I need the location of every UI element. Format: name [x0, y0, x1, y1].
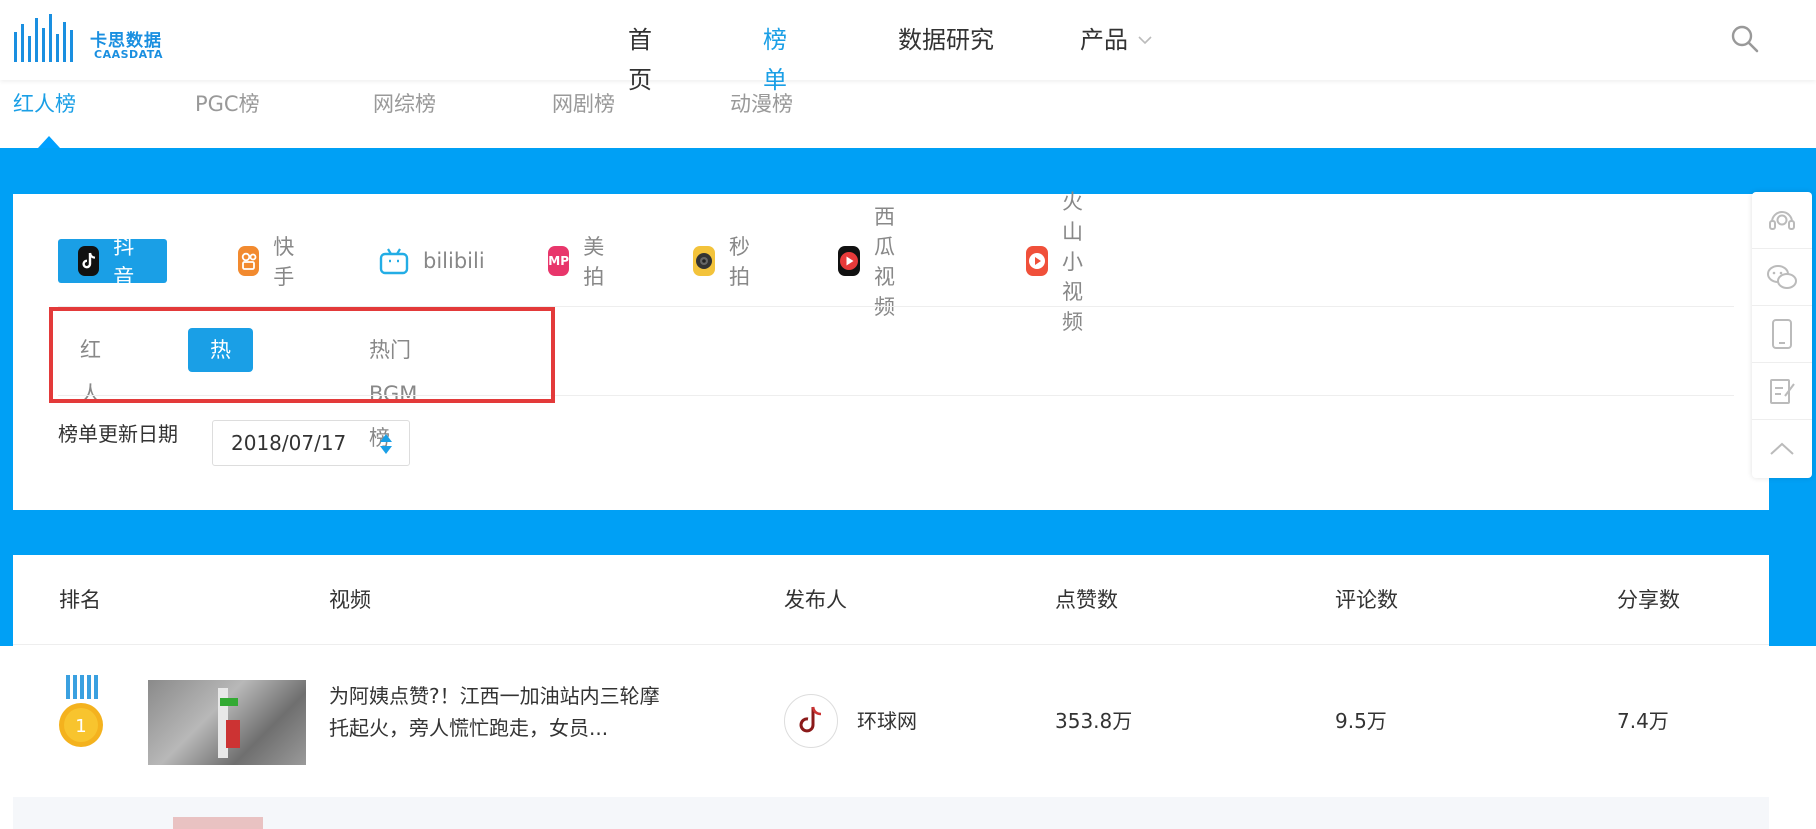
caasdata-logo[interactable]: 卡思数据 CAASDATA — [12, 10, 172, 66]
logo-en-text: CAASDATA — [94, 48, 163, 61]
header-rank: 排名 — [59, 588, 101, 612]
tab-drama[interactable]: 网剧榜 — [552, 80, 615, 148]
header-publisher: 发布人 — [784, 588, 847, 612]
header-video: 视频 — [329, 588, 371, 612]
logo-bars-icon — [14, 14, 73, 62]
video-thumbnail[interactable] — [148, 680, 306, 765]
active-tab-caret — [38, 136, 60, 148]
highlight-box — [49, 307, 555, 403]
video-title[interactable]: 为阿姨点赞?！江西一加油站内三轮摩托起火，旁人慌忙跑走，女员... — [329, 680, 669, 744]
huanqiu-logo-icon — [793, 703, 829, 739]
kuaishou-icon — [238, 246, 260, 276]
nav-home[interactable]: 首页 — [628, 20, 652, 100]
chevron-down-icon — [1138, 36, 1152, 45]
likes-count: 353.8万 — [1055, 709, 1133, 733]
update-date-select[interactable]: 2018/07/17 — [212, 420, 410, 466]
chevron-up-icon — [1770, 442, 1794, 455]
top-header: 卡思数据 CAASDATA 首页 榜单 数据研究 产品 — [0, 0, 1816, 94]
headset-icon — [1769, 211, 1795, 230]
xigua-icon — [838, 246, 860, 276]
feedback-button[interactable] — [1752, 363, 1812, 420]
tab-pgc[interactable]: PGC榜 — [195, 80, 260, 148]
side-toolbar — [1752, 192, 1812, 478]
table-row[interactable]: 1 为阿姨点赞?！江西一加油站内三轮摩托起火，旁人慌忙跑走，女员... 环球网 … — [13, 645, 1769, 797]
customer-service-button[interactable] — [1752, 192, 1812, 249]
header-shares[interactable]: 分享数 — [1617, 555, 1680, 645]
platform-miaopai[interactable]: 秒拍 — [693, 235, 758, 289]
phone-icon — [1772, 319, 1792, 349]
ranking-table: 排名 视频 发布人 点赞数 评论数 分享数 1 为阿姨点赞?！江西一加油站内三轮… — [13, 555, 1769, 829]
bilibili-icon — [379, 246, 409, 276]
table-header: 排名 视频 发布人 点赞数 评论数 分享数 — [13, 555, 1769, 645]
edit-icon — [1770, 379, 1795, 404]
douyin-icon — [78, 246, 100, 276]
mobile-button[interactable] — [1752, 306, 1812, 363]
gold-medal-icon: 1 — [59, 675, 103, 747]
back-to-top-button[interactable] — [1752, 420, 1812, 477]
ranking-subtabs: 红人榜 PGC榜 网综榜 网剧榜 动漫榜 — [0, 80, 1816, 148]
comments-count: 9.5万 — [1335, 709, 1387, 733]
platform-xigua[interactable]: 西瓜视频 — [838, 205, 903, 319]
platform-huoshan[interactable]: 火山小视频 — [1026, 190, 1091, 334]
platform-douyin[interactable]: 抖音 — [58, 235, 167, 289]
update-date-value: 2018/07/17 — [231, 431, 347, 455]
nav-products[interactable]: 产品 — [1080, 20, 1152, 60]
tab-variety[interactable]: 网综榜 — [373, 80, 436, 148]
svg-text:1: 1 — [75, 716, 86, 737]
meipai-icon: MP — [548, 246, 570, 276]
platform-kuaishou[interactable]: 快手 — [238, 235, 303, 289]
huoshan-icon — [1026, 246, 1048, 276]
miaopai-icon — [693, 246, 715, 276]
search-icon[interactable] — [1730, 24, 1760, 54]
wechat-button[interactable] — [1752, 249, 1812, 306]
spinner-arrows-icon — [380, 434, 392, 454]
update-date-label: 榜单更新日期 — [58, 422, 178, 446]
table-row[interactable] — [13, 797, 1769, 829]
shares-count: 7.4万 — [1617, 709, 1669, 733]
header-comments[interactable]: 评论数 — [1335, 555, 1398, 645]
wechat-icon — [1767, 265, 1797, 289]
publisher-name[interactable]: 环球网 — [857, 705, 917, 737]
nav-rankings[interactable]: 榜单 — [763, 20, 787, 100]
video-thumbnail[interactable] — [173, 817, 263, 829]
platform-bilibili[interactable]: bilibili — [379, 239, 485, 283]
header-likes[interactable]: 点赞数 — [1055, 555, 1118, 645]
nav-research[interactable]: 数据研究 — [898, 20, 994, 60]
platform-meipai[interactable]: MP 美拍 — [548, 235, 613, 289]
publisher-avatar[interactable] — [784, 694, 838, 748]
